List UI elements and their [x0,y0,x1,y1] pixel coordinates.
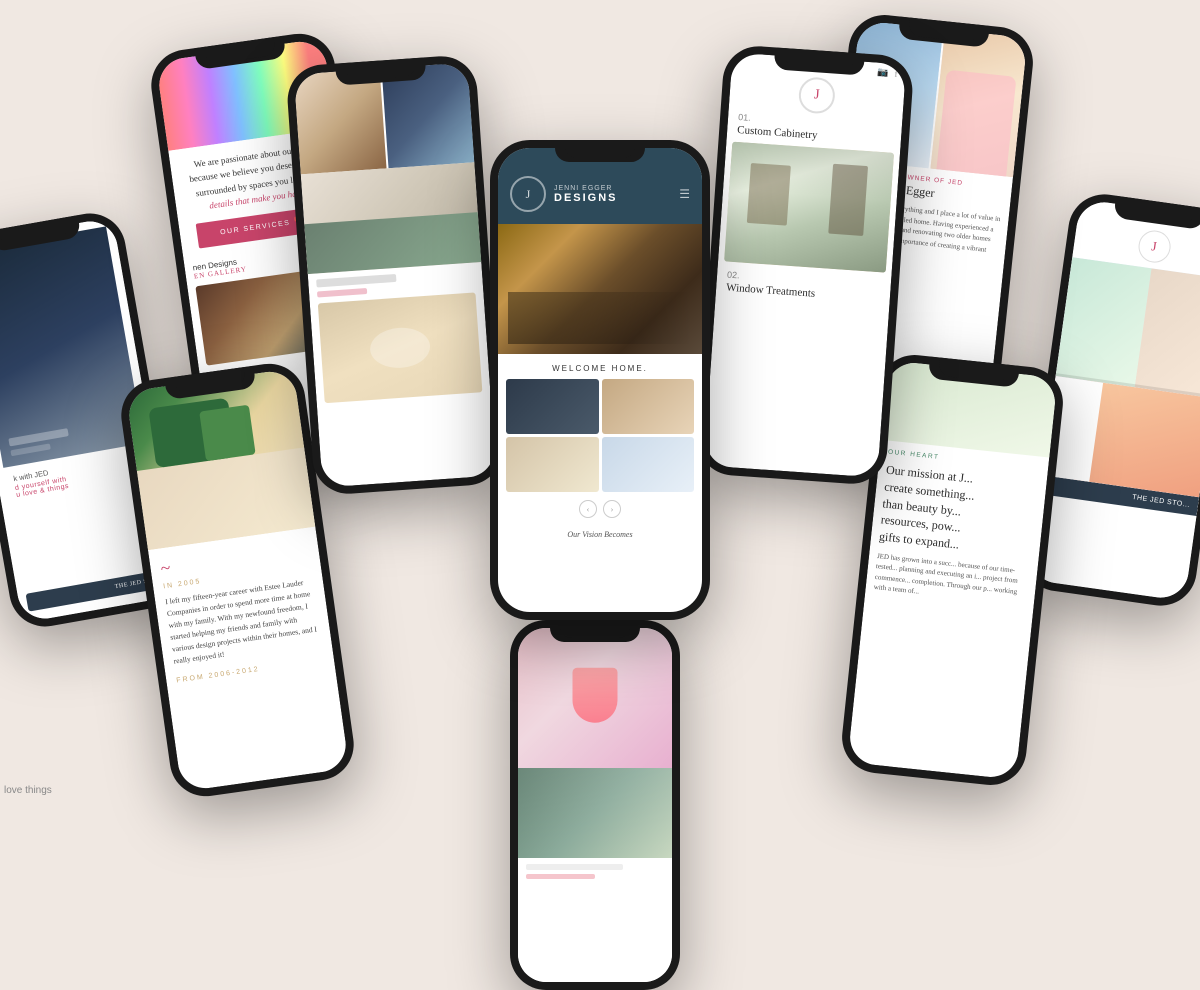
next-arrow[interactable]: › [603,500,621,518]
phone-center-left [285,54,505,496]
heart-title: Our mission at J...create something...th… [878,462,1039,562]
jenni-brand-name: DESIGNS [554,192,618,204]
jenni-logo: J [510,176,546,212]
story-text1: I left my fifteen-year career with Estee… [165,576,323,668]
prev-arrow[interactable]: ‹ [579,500,597,518]
phone-center-right: 📷 f J 01. Custom Cabinetry 02. Window Tr… [695,44,915,486]
bottom-label: love things [4,785,52,796]
jenni-welcome: WELCOME HOME. [498,354,702,379]
phone-center-main: J JENNI EGGER DESIGNS ☰ WELCOME HOME. [490,140,710,620]
phone-bottom-center [510,620,680,990]
jenni-vision: Our Vision Becomes [498,522,702,547]
phones-container: k with JED d yourself with u love & thin… [0,0,1200,800]
heart-text: JED has grown into a succ... because of … [873,551,1030,609]
